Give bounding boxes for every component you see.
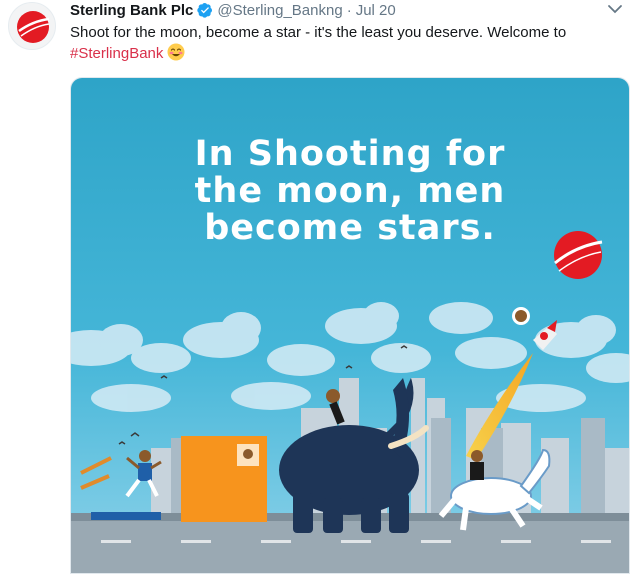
avatar[interactable] (8, 2, 56, 50)
author-name[interactable]: Sterling Bank Plc (70, 2, 193, 19)
smiling-emoji-icon (167, 43, 185, 61)
tweet-header: Sterling Bank Plc @Sterling_Bankng · Jul… (70, 0, 396, 20)
tweet-text: Shoot for the moon, become a star - it's… (70, 22, 626, 64)
separator-dot: · (346, 1, 352, 19)
verified-badge-icon (197, 3, 213, 18)
sterling-bank-logo-icon (17, 11, 50, 43)
image-caption: In Shooting for the moon, men become sta… (194, 134, 506, 248)
orange-box (181, 436, 267, 522)
tweet-text-main: Shoot for the moon, become a star - it's… (70, 24, 567, 41)
chevron-down-icon[interactable] (606, 0, 624, 18)
hashtag-link[interactable]: #SterlingBank (70, 45, 163, 62)
tweet-media-image[interactable]: In Shooting for the moon, men become sta… (70, 77, 630, 574)
author-handle[interactable]: @Sterling_Bankng (217, 2, 342, 19)
tweet: Sterling Bank Plc @Sterling_Bankng · Jul… (0, 0, 634, 574)
tweet-time[interactable]: Jul 20 (356, 2, 396, 19)
